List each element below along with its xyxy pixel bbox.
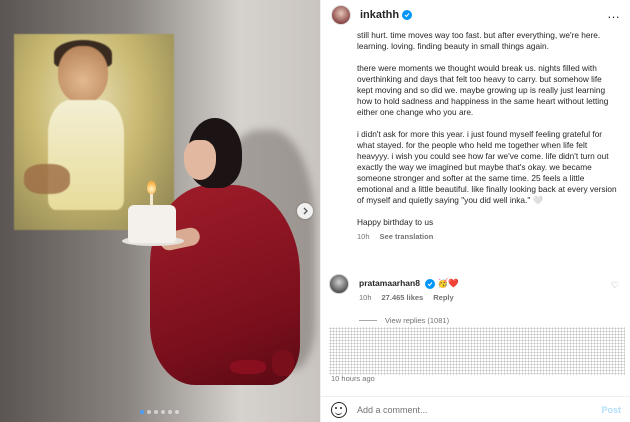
verified-badge-icon xyxy=(402,10,413,20)
blurred-comment xyxy=(329,327,625,375)
caption-paragraph: there were moments we thought would brea… xyxy=(357,63,609,117)
carousel-dot xyxy=(161,410,165,414)
comment-meta: 10h 27.465 likes Reply xyxy=(359,293,454,302)
post-button[interactable]: Post xyxy=(601,405,621,415)
candle xyxy=(150,192,153,206)
commenter-avatar[interactable] xyxy=(329,274,349,294)
comment-text: pratamaarhan8 🥳❤️ xyxy=(359,278,459,289)
view-replies-label: View replies (1081) xyxy=(385,316,450,325)
birthday-cake xyxy=(128,205,176,243)
author-username[interactable]: inkathh xyxy=(360,9,399,21)
hidden-comment-time: 10 hours ago xyxy=(331,374,375,383)
comment-body: 🥳❤️ xyxy=(437,278,459,288)
see-translation-link[interactable]: See translation xyxy=(380,231,434,242)
post-caption: still hurt. time moves way too fast. but… xyxy=(357,30,619,242)
caption-paragraph: Happy birthday to us xyxy=(357,217,434,227)
carousel-dot xyxy=(140,410,144,414)
carousel-dot xyxy=(147,410,151,414)
comment-composer: Add a comment... Post xyxy=(321,396,630,422)
replies-divider xyxy=(359,320,377,321)
red-heel xyxy=(230,360,266,374)
post-header: inkathh … xyxy=(321,0,630,30)
carousel-dot xyxy=(168,410,172,414)
carousel-dot xyxy=(154,410,158,414)
comment-time: 10h xyxy=(359,293,372,302)
carousel-next-button[interactable] xyxy=(297,203,313,219)
child-face xyxy=(58,46,108,104)
carousel-dots xyxy=(140,410,179,414)
chevron-right-icon xyxy=(303,207,308,215)
commenter-username[interactable]: pratamaarhan8 xyxy=(359,278,420,288)
more-options-icon[interactable]: … xyxy=(607,7,621,20)
reply-button[interactable]: Reply xyxy=(433,293,453,302)
emoji-icon[interactable] xyxy=(331,401,347,418)
candle-flame xyxy=(147,180,156,194)
view-replies-button[interactable]: View replies (1081) xyxy=(359,316,449,325)
woman-face xyxy=(184,140,216,180)
author-avatar[interactable] xyxy=(331,5,351,25)
carousel-dot xyxy=(175,410,179,414)
child-body xyxy=(48,100,124,210)
caption-paragraph: still hurt. time moves way too fast. but… xyxy=(357,30,601,51)
verified-badge-icon xyxy=(425,279,436,289)
caption-time: 10h xyxy=(357,232,370,241)
red-heel-back xyxy=(272,350,294,376)
post-sidebar: inkathh … still hurt. time moves way too… xyxy=(320,0,630,422)
comment-likes[interactable]: 27.465 likes xyxy=(382,293,424,302)
caption-meta: 10h See translation xyxy=(357,231,619,242)
caption-paragraph: i didn't ask for more this year. i just … xyxy=(357,129,617,205)
adult-hand xyxy=(24,164,70,194)
comment-item: pratamaarhan8 🥳❤️ 10h 27.465 likes Reply… xyxy=(329,272,629,312)
heart-icon[interactable]: ♡ xyxy=(611,280,619,291)
post-media[interactable] xyxy=(0,0,320,422)
comment-input[interactable]: Add a comment... xyxy=(357,405,428,415)
